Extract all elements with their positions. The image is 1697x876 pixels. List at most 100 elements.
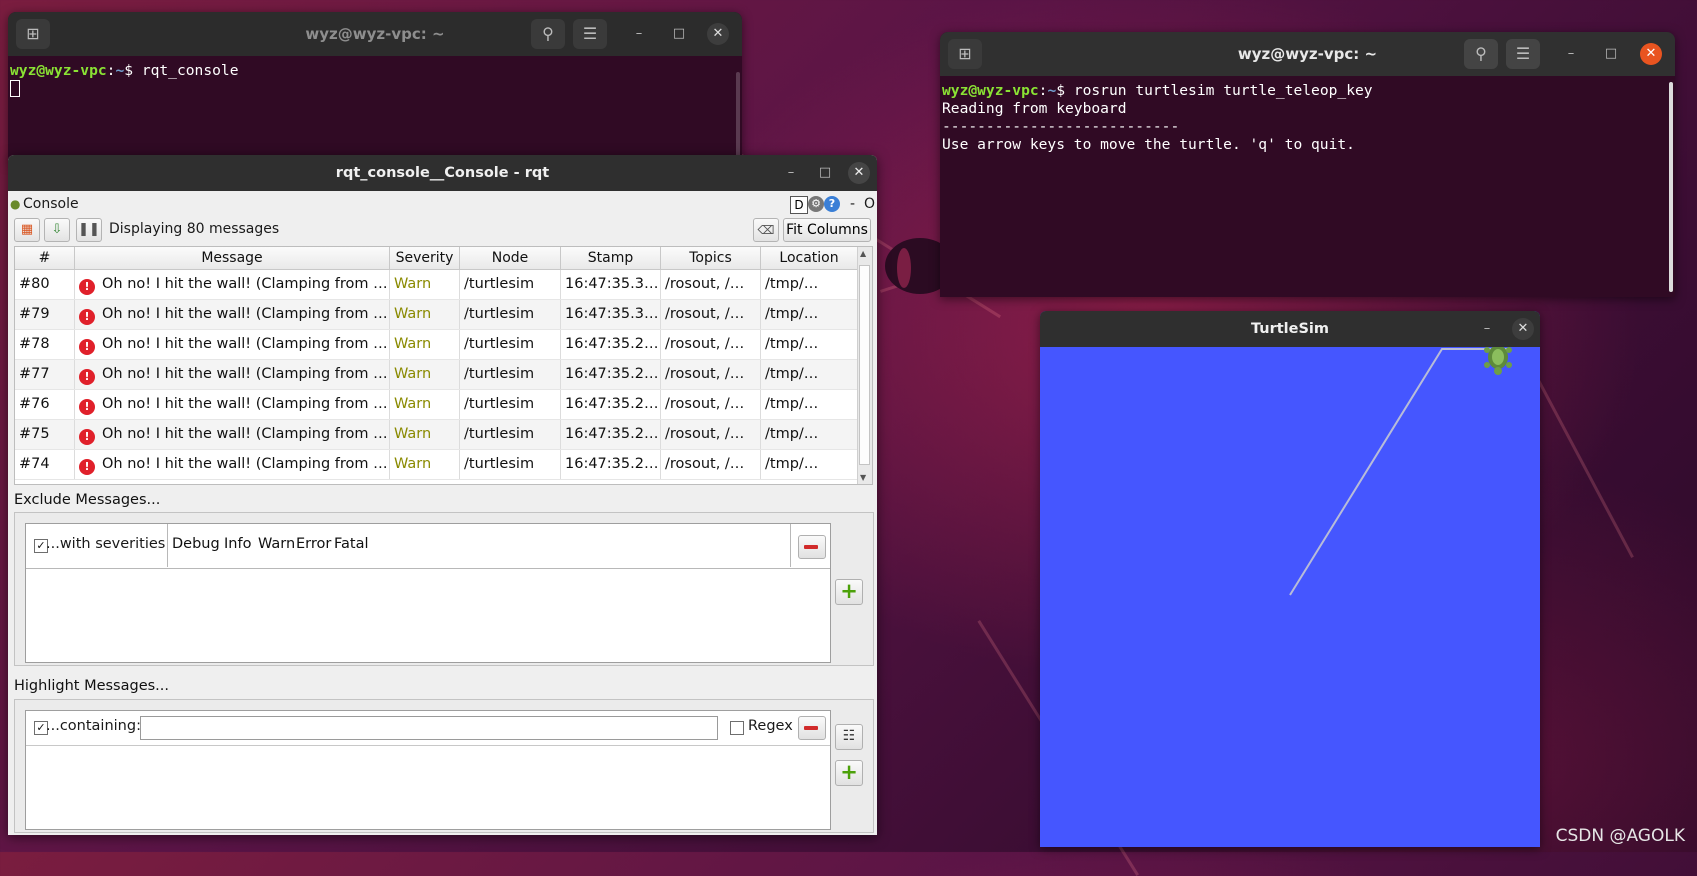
row-stamp-text: 16:47:35.2… [565, 366, 659, 382]
row-location: /tmp/… [761, 300, 858, 329]
minimize-icon[interactable]: – [1560, 43, 1582, 65]
open-folder-icon[interactable]: ▦ [14, 218, 40, 242]
table-row[interactable]: #75! Oh no! I hit the wall! (Clamping fro… [15, 420, 872, 450]
column-header-severity[interactable]: Severity [390, 247, 460, 269]
close-plugin-icon[interactable]: O [864, 196, 875, 212]
highlight-filter-label: ...containing: [46, 718, 141, 734]
highlight-group: ✓ ...containing: Regex ☷ + [14, 699, 874, 833]
maximize-icon[interactable]: □ [1600, 43, 1622, 65]
close-icon[interactable]: ✕ [1640, 43, 1662, 65]
scroll-up-icon[interactable]: ▲ [860, 249, 866, 258]
column-header-node[interactable]: Node [460, 247, 561, 269]
row-node: /turtlesim [460, 390, 561, 419]
row-number: #77 [15, 360, 75, 389]
close-icon[interactable]: ✕ [1512, 318, 1534, 340]
column-header-topics[interactable]: Topics [661, 247, 761, 269]
severity-item-info[interactable]: Info [220, 524, 255, 564]
highlight-options-icon[interactable]: ☷ [835, 724, 863, 750]
terminal-1-scrollbar[interactable] [736, 72, 740, 157]
table-row[interactable]: #76! Oh no! I hit the wall! (Clamping fro… [15, 390, 872, 420]
severity-item-debug[interactable]: Debug [168, 524, 224, 564]
minimize-icon[interactable]: – [1476, 318, 1498, 340]
turtlesim-titlebar[interactable]: TurtleSim – ✕ [1040, 311, 1540, 347]
severity-item-fatal[interactable]: Fatal [330, 524, 373, 564]
row-location-text: /tmp/… [765, 336, 819, 352]
close-icon[interactable]: ✕ [707, 23, 729, 45]
maximize-icon[interactable]: □ [668, 23, 690, 45]
terminal-1-cursor-line[interactable] [8, 80, 742, 99]
row-severity: Warn [390, 450, 460, 479]
row-stamp: 16:47:35.2… [561, 360, 661, 389]
dock-icon[interactable]: D [790, 196, 808, 214]
row-number-text: #76 [19, 396, 50, 412]
minimize-plugin-icon[interactable]: - [850, 196, 855, 212]
severity-item-error[interactable]: Error [292, 524, 335, 564]
clear-icon[interactable]: ⌫ [753, 218, 779, 242]
table-row[interactable]: #79! Oh no! I hit the wall! (Clamping fro… [15, 300, 872, 330]
row-severity: Warn [390, 360, 460, 389]
row-message-text: Oh no! I hit the wall! (Clamping from … [102, 456, 388, 472]
terminal-window-2[interactable]: ⊞ wyz@wyz-vpc: ~ ⚲ ☰ – □ ✕ wyz@wyz-vpc:~… [940, 32, 1675, 297]
turtlesim-window[interactable]: TurtleSim – ✕ [1040, 311, 1540, 847]
search-icon[interactable]: ⚲ [531, 19, 565, 49]
error-icon: ! [79, 369, 95, 385]
row-location: /tmp/… [761, 420, 858, 449]
terminal-window-1[interactable]: ⊞ wyz@wyz-vpc: ~ ⚲ ☰ – □ ✕ wyz@wyz-vpc:~… [8, 12, 742, 162]
minimize-icon[interactable]: – [628, 23, 650, 45]
column-header-number[interactable]: # [15, 247, 75, 269]
maximize-icon[interactable]: □ [814, 162, 836, 184]
add-highlight-filter-button[interactable]: + [835, 760, 863, 786]
row-location: /tmp/… [761, 450, 858, 479]
messages-table[interactable]: # Message Severity Node Stamp Topics Loc… [14, 246, 873, 485]
settings-icon[interactable]: ⚙ [808, 196, 824, 212]
table-row[interactable]: #74! Oh no! I hit the wall! (Clamping fro… [15, 450, 872, 480]
rqt-titlebar[interactable]: rqt_console__Console - rqt – □ ✕ [8, 155, 877, 191]
row-topics-text: /rosout, /… [665, 306, 745, 322]
row-stamp: 16:47:35.3… [561, 270, 661, 299]
regex-checkbox[interactable] [730, 721, 744, 735]
severity-list[interactable]: Debug Info Warn Error Fatal [167, 524, 791, 567]
terminal-1-command: rqt_console [141, 62, 239, 79]
search-icon[interactable]: ⚲ [1464, 39, 1498, 69]
row-stamp: 16:47:35.3… [561, 300, 661, 329]
row-topics: /rosout, /… [661, 330, 761, 359]
row-message-text: Oh no! I hit the wall! (Clamping from … [102, 396, 388, 412]
row-message-text: Oh no! I hit the wall! (Clamping from … [102, 366, 388, 382]
error-icon: ! [79, 339, 95, 355]
highlight-text-input[interactable] [140, 716, 718, 740]
table-row[interactable]: #78! Oh no! I hit the wall! (Clamping fro… [15, 330, 872, 360]
close-icon[interactable]: ✕ [848, 162, 870, 184]
menu-icon[interactable]: ☰ [573, 19, 607, 49]
scrollbar-thumb[interactable] [859, 265, 870, 465]
terminal-1-titlebar[interactable]: ⊞ wyz@wyz-vpc: ~ ⚲ ☰ – □ ✕ [8, 12, 742, 56]
menu-icon[interactable]: ☰ [1506, 39, 1540, 69]
table-row[interactable]: #80! Oh no! I hit the wall! (Clamping fro… [15, 270, 872, 300]
row-severity: Warn [390, 300, 460, 329]
terminal-2-titlebar[interactable]: ⊞ wyz@wyz-vpc: ~ ⚲ ☰ – □ ✕ [940, 32, 1675, 76]
scroll-down-icon[interactable]: ▼ [860, 473, 866, 482]
add-exclude-filter-button[interactable]: + [835, 579, 863, 605]
row-number-text: #78 [19, 336, 50, 352]
table-row[interactable]: #77! Oh no! I hit the wall! (Clamping fro… [15, 360, 872, 390]
row-topics-text: /rosout, /… [665, 276, 745, 292]
row-topics: /rosout, /… [661, 390, 761, 419]
rqt-console-window[interactable]: rqt_console__Console - rqt – □ ✕ ● Conso… [8, 155, 877, 835]
column-header-stamp[interactable]: Stamp [561, 247, 661, 269]
row-severity-text: Warn [394, 306, 432, 322]
remove-highlight-filter-button[interactable] [798, 716, 826, 740]
pause-icon[interactable]: ❚❚ [76, 218, 102, 242]
help-icon[interactable]: ? [824, 196, 840, 212]
row-location-text: /tmp/… [765, 456, 819, 472]
row-topics: /rosout, /… [661, 270, 761, 299]
row-message: ! Oh no! I hit the wall! (Clamping from … [75, 420, 390, 449]
column-header-message[interactable]: Message [75, 247, 390, 269]
regex-label: Regex [748, 718, 793, 734]
terminal-2-scrollbar[interactable] [1669, 82, 1673, 292]
minimize-icon[interactable]: – [780, 162, 802, 184]
save-icon[interactable]: ⇩ [44, 218, 70, 242]
terminal-cursor [10, 80, 20, 97]
table-scrollbar[interactable]: ▲ ▼ [857, 247, 872, 484]
remove-exclude-filter-button[interactable] [798, 535, 826, 559]
column-header-location[interactable]: Location [761, 247, 858, 269]
fit-columns-button[interactable]: Fit Columns [783, 218, 871, 242]
